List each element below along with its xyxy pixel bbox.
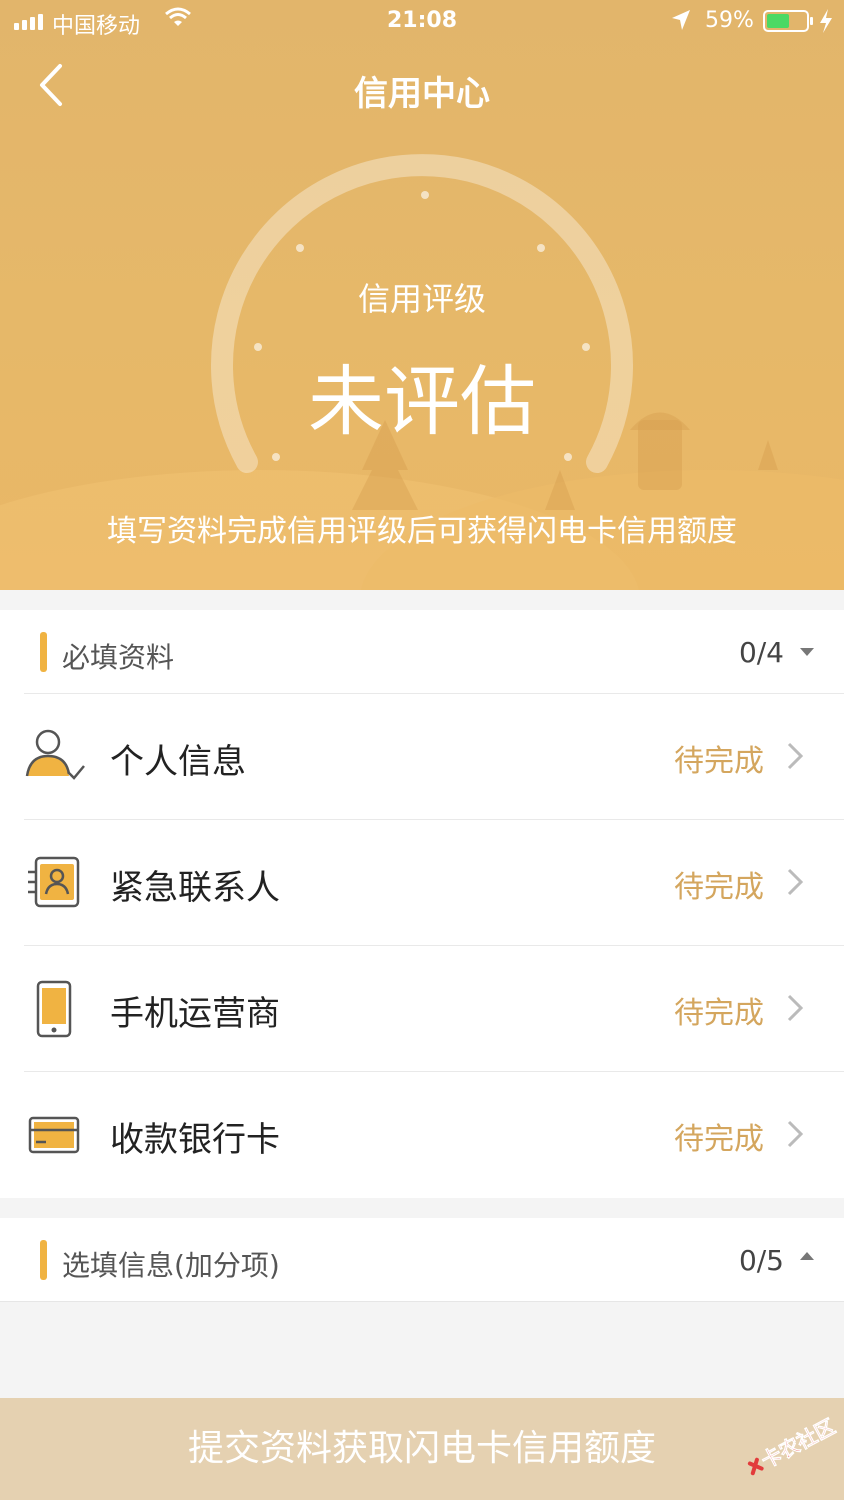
credit-rating-label: 信用评级 xyxy=(357,280,486,318)
credit-hint-text: 填写资料完成信用评级后可获得闪电卡信用额度 xyxy=(107,514,737,549)
status-bar: 中国移动 21:08 59% xyxy=(0,0,844,44)
status-pending: 待完成 xyxy=(674,744,764,779)
optional-info-section: 选填信息(加分项) 0/5 xyxy=(0,1218,844,1302)
status-pending: 待完成 xyxy=(674,1122,764,1157)
gauge-tick xyxy=(537,244,545,252)
credit-rating-value: 未评估 xyxy=(308,357,536,446)
optional-section-header[interactable]: 选填信息(加分项) 0/5 xyxy=(0,1218,844,1302)
chevron-right-icon xyxy=(787,994,804,1022)
caret-down-icon[interactable] xyxy=(800,648,814,656)
list-item-label: 收款银行卡 xyxy=(110,1120,280,1160)
submit-button[interactable]: 提交资料获取闪电卡信用额度 xyxy=(0,1398,844,1500)
watermark-logo: 卡农社区 xyxy=(747,1414,838,1476)
location-arrow-icon xyxy=(672,10,690,30)
gauge-tick xyxy=(296,244,304,252)
gauge-tick xyxy=(272,453,280,461)
svg-text:卡农社区: 卡农社区 xyxy=(757,1414,838,1473)
battery-percent: 59% xyxy=(705,8,754,33)
list-item-label: 手机运营商 xyxy=(110,994,280,1034)
section-accent-bar xyxy=(40,632,47,672)
chevron-right-icon xyxy=(787,1120,804,1148)
section-progress-count: 0/4 xyxy=(738,636,784,669)
caret-up-icon[interactable] xyxy=(800,1252,814,1260)
list-item-personal-info[interactable]: 个人信息 待完成 xyxy=(0,694,844,820)
section-title: 选填信息(加分项) xyxy=(62,1249,280,1282)
charging-bolt-icon xyxy=(820,9,832,33)
section-title: 必填资料 xyxy=(62,641,175,674)
battery-icon xyxy=(763,10,813,32)
required-info-section: 必填资料 0/4 个人信息 待完成 紧急联系人 待完成 手机运营商 待完成 收款… xyxy=(0,610,844,1198)
status-pending: 待完成 xyxy=(674,996,764,1031)
person-check-icon xyxy=(25,729,85,780)
credit-hero: 中国移动 21:08 59% 信用中心 信用评级 未评估 填写资料完成信用评级后… xyxy=(0,0,844,590)
contact-card-icon xyxy=(28,856,80,908)
mobile-phone-icon xyxy=(36,980,72,1038)
required-section-header[interactable]: 必填资料 0/4 xyxy=(0,610,844,694)
list-item-label: 个人信息 xyxy=(110,742,246,782)
list-item-label: 紧急联系人 xyxy=(110,868,280,908)
list-item-emergency-contact[interactable]: 紧急联系人 待完成 xyxy=(0,820,844,946)
tree-decoration xyxy=(545,470,575,510)
gauge-tick xyxy=(564,453,572,461)
section-progress-count: 0/5 xyxy=(738,1244,784,1277)
list-item-mobile-carrier[interactable]: 手机运营商 待完成 xyxy=(0,946,844,1072)
list-item-bank-card[interactable]: 收款银行卡 待完成 xyxy=(0,1072,844,1198)
navigation-bar: 信用中心 xyxy=(0,50,844,120)
status-pending: 待完成 xyxy=(674,870,764,905)
battery-fill xyxy=(767,14,789,28)
chevron-right-icon xyxy=(787,868,804,896)
section-accent-bar xyxy=(40,1240,47,1280)
gauge-tick xyxy=(421,191,429,199)
page-title: 信用中心 xyxy=(354,74,490,114)
chevron-right-icon xyxy=(787,742,804,770)
bank-card-icon xyxy=(28,1116,80,1154)
